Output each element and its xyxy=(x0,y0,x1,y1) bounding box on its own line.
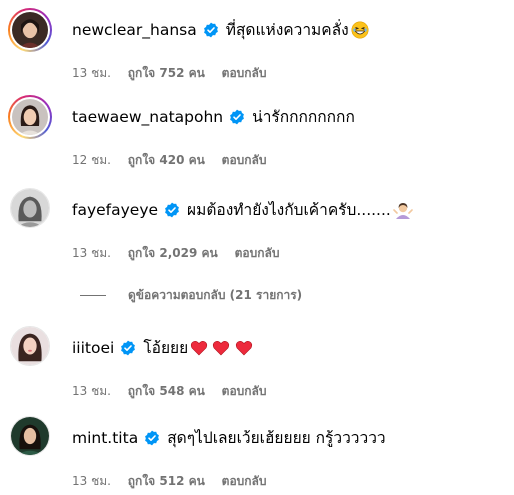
reply-button[interactable]: ตอบกลับ xyxy=(222,66,267,80)
likes-count[interactable]: ถูกใจ 548 คน xyxy=(128,384,205,398)
reply-button[interactable]: ตอบกลับ xyxy=(222,153,267,167)
comment-text: โอ้ยยย xyxy=(143,339,189,357)
reply-button[interactable]: ตอบกลับ xyxy=(235,246,280,260)
verified-badge-icon xyxy=(230,109,245,124)
avatar[interactable] xyxy=(8,95,52,139)
avatar-image xyxy=(12,99,48,135)
comment-item: taewaew_natapohn น่ารักกกกกกกก 12 ชม. ถู… xyxy=(0,95,514,175)
comment-meta: 12 ชม. ถูกใจ 420 คน ตอบกลับ xyxy=(72,151,280,170)
view-replies-label: ดูข้อความตอบกลับ (21 รายการ) xyxy=(128,288,303,302)
avatar-image xyxy=(11,417,49,455)
person-shrugging-emoji-icon xyxy=(393,202,413,219)
username[interactable]: taewaew_natapohn xyxy=(72,108,223,126)
username[interactable]: mint.tita xyxy=(72,429,138,447)
comment-item: mint.tita สุดๆไปเลยเว้ยเฮ้ยยยย กรู้ววววว… xyxy=(0,416,514,495)
comment-text: สุดๆไปเลยเว้ยเฮ้ยยยย กรู้วววววว xyxy=(167,429,386,447)
comment-text: ที่สุดแห่งความคลั่ง xyxy=(225,21,349,39)
likes-count[interactable]: ถูกใจ 512 คน xyxy=(128,474,205,488)
likes-count[interactable]: ถูกใจ 420 คน xyxy=(128,153,205,167)
likes-count[interactable]: ถูกใจ 752 คน xyxy=(128,66,205,80)
comment-meta: 13 ชม. ถูกใจ 2,029 คน ตอบกลับ xyxy=(72,244,292,263)
view-replies-button[interactable]: ดูข้อความตอบกลับ (21 รายการ) xyxy=(80,286,302,305)
verified-badge-icon xyxy=(203,22,218,37)
comment-time[interactable]: 13 ชม. xyxy=(72,66,111,80)
avatar-image xyxy=(11,189,49,227)
username[interactable]: iiitoei xyxy=(72,339,114,357)
comment-time[interactable]: 13 ชม. xyxy=(72,384,111,398)
comment-item: iiitoei โอ้ยยย 13 ชม. ถูกใจ 548 คน ตอบกล… xyxy=(0,326,514,406)
verified-badge-icon xyxy=(165,202,179,217)
comment-meta: 13 ชม. ถูกใจ 752 คน ตอบกลับ xyxy=(72,64,280,83)
avatar[interactable] xyxy=(8,8,52,52)
laughing-emoji-icon xyxy=(351,21,369,38)
username[interactable]: fayefayeye xyxy=(72,201,158,219)
comment-item: fayefayeye ผมต้องทำยังไงกับเค้าครับ.....… xyxy=(0,188,514,268)
username[interactable]: newclear_hansa xyxy=(72,21,197,39)
reply-button[interactable]: ตอบกลับ xyxy=(222,384,267,398)
avatar-image xyxy=(11,327,49,365)
likes-count[interactable]: ถูกใจ 2,029 คน xyxy=(128,246,218,260)
reply-button[interactable]: ตอบกลับ xyxy=(222,474,267,488)
comment-text: ผมต้องทำยังไงกับเค้าครับ....... xyxy=(187,201,391,219)
comment-text: น่ารักกกกกกกก xyxy=(252,108,355,126)
comment-meta: 13 ชม. ถูกใจ 512 คน ตอบกลับ xyxy=(72,472,280,491)
comment-time[interactable]: 13 ชม. xyxy=(72,474,111,488)
comment-meta: 13 ชม. ถูกใจ 548 คน ตอบกลับ xyxy=(72,382,280,401)
verified-badge-icon xyxy=(121,340,136,355)
avatar[interactable] xyxy=(10,188,50,228)
avatar[interactable] xyxy=(10,326,50,366)
verified-badge-icon xyxy=(145,430,160,445)
divider xyxy=(80,295,106,296)
comment-item: newclear_hansa ที่สุดแห่งความคลั่ง 13 ชม… xyxy=(0,8,514,88)
avatar[interactable] xyxy=(10,416,50,456)
comments-list: newclear_hansa ที่สุดแห่งความคลั่ง 13 ชม… xyxy=(0,0,514,495)
comment-time[interactable]: 12 ชม. xyxy=(72,153,111,167)
comment-time[interactable]: 13 ชม. xyxy=(72,246,111,260)
avatar-image xyxy=(12,12,48,48)
three-red-hearts-emoji-icon xyxy=(191,340,253,355)
